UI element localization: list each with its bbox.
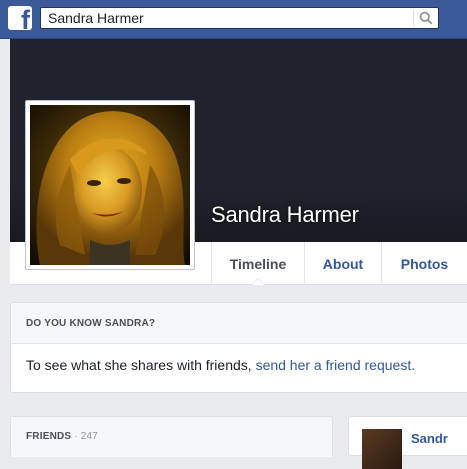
active-tab-caret-icon <box>251 278 265 285</box>
tab-timeline[interactable]: Timeline <box>211 242 304 285</box>
do-you-know-title: DO YOU KNOW SANDRA? <box>26 318 156 329</box>
search-input-value: Sandra Harmer <box>48 10 144 26</box>
profile-picture[interactable] <box>25 100 195 270</box>
tab-about[interactable]: About <box>304 242 381 284</box>
profile-photo <box>30 105 190 265</box>
friends-card: FRIENDS · 247 <box>10 416 333 457</box>
do-you-know-card: DO YOU KNOW SANDRA? To see what she shar… <box>10 302 467 393</box>
search-input[interactable]: Sandra Harmer <box>40 7 439 29</box>
facebook-logo-icon[interactable]: f <box>8 6 32 30</box>
side-card: Sandr <box>348 416 467 469</box>
tab-photos[interactable]: Photos <box>381 242 467 284</box>
friends-header: FRIENDS · 247 <box>11 417 332 457</box>
do-you-know-text: To see what she shares with friends, sen… <box>26 357 416 373</box>
side-card-name[interactable]: Sandr <box>411 431 448 446</box>
search-divider <box>413 10 414 27</box>
search-icon[interactable] <box>419 11 433 25</box>
do-you-know-header: DO YOU KNOW SANDRA? <box>11 303 467 344</box>
profile-name[interactable]: Sandra Harmer <box>211 201 359 229</box>
side-thumbnail[interactable] <box>362 429 402 469</box>
send-friend-request-link[interactable]: send her a friend request. <box>256 357 416 373</box>
top-bar: f Sandra Harmer <box>0 0 467 39</box>
